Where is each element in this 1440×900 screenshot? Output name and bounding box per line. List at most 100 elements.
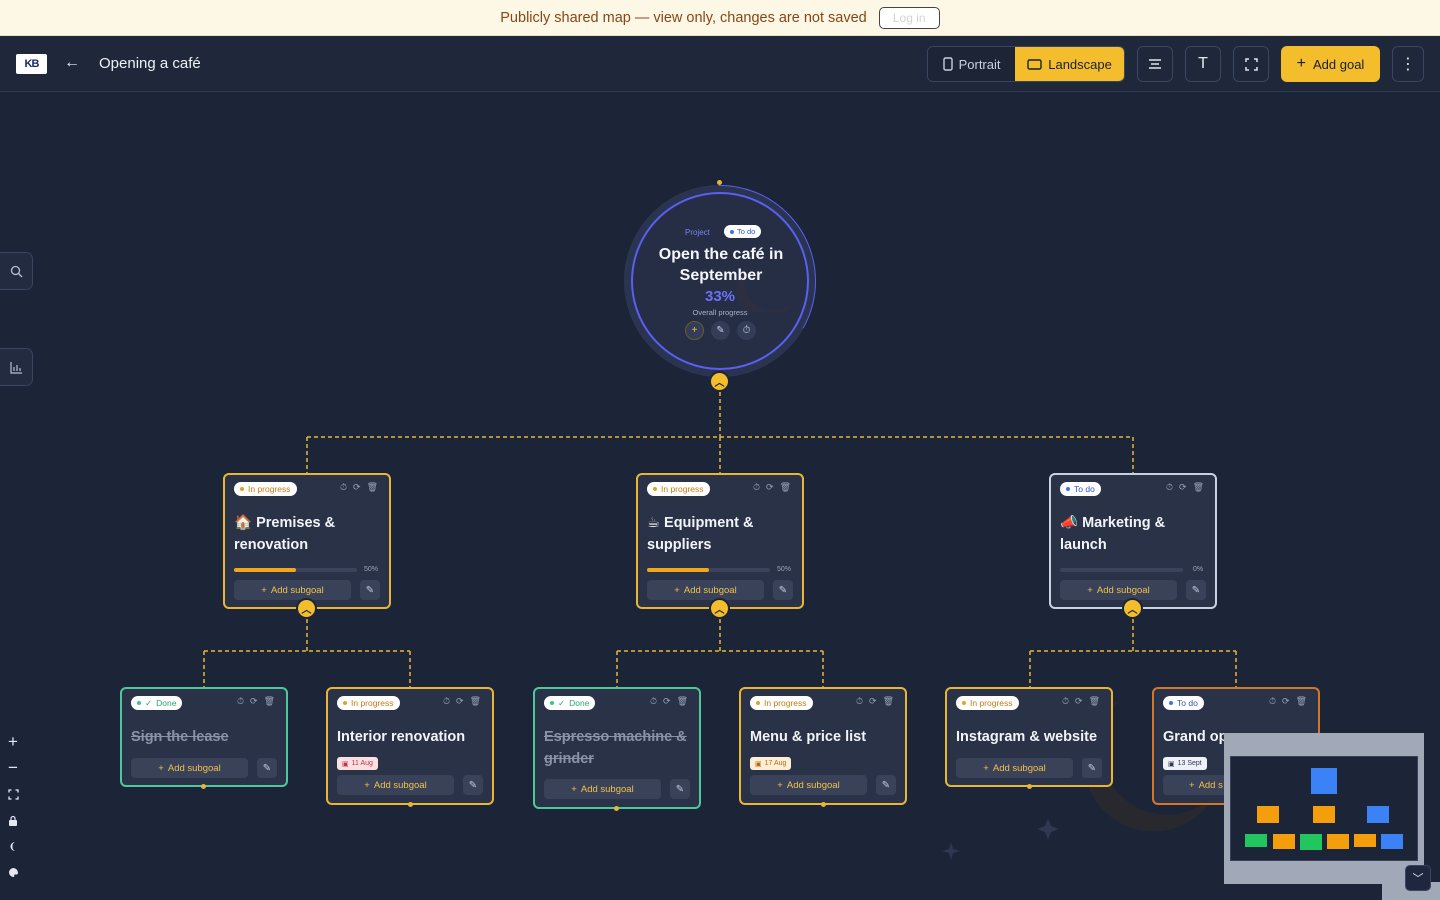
subgoal-title: Sign the lease (131, 729, 229, 745)
card-actions: ⏱ ⟳ 🗑 (340, 482, 378, 493)
due-date-badge: ▣ 13 Sept (1163, 757, 1207, 770)
minimap-node (1313, 806, 1335, 823)
add-subgoal-button[interactable]: + Add subgoal (544, 779, 661, 799)
goal-card-equipment[interactable]: In progress ⏱ ⟳ 🗑 ☕ Equipment & suppliers … (636, 473, 804, 609)
timer-icon[interactable]: ⏱ (650, 696, 657, 707)
card-actions: ⏱ ⟳ 🗑 (443, 696, 481, 707)
add-subgoal-label: Add s (1198, 779, 1223, 791)
trash-icon[interactable]: 🗑 (470, 696, 481, 707)
pencil-icon: ✎ (778, 584, 788, 596)
minimap-node (1354, 834, 1376, 847)
add-subgoal-label: Add subgoal (1096, 584, 1150, 596)
add-subgoal-label: Add subgoal (786, 779, 840, 791)
repeat-icon[interactable]: ⟳ (1179, 482, 1187, 493)
subgoal-card[interactable]: In progress ⏱ ⟳ 🗑 Menu & price list ▣ 17 Au… (739, 687, 907, 805)
goal-title-text: Equipment & suppliers (647, 515, 754, 553)
add-subgoal-button[interactable]: + Add subgoal (234, 580, 351, 600)
status-label: To do (1074, 484, 1095, 494)
trash-icon[interactable]: 🗑 (1193, 482, 1204, 493)
trash-icon[interactable]: 🗑 (1089, 696, 1100, 707)
add-subgoal-button[interactable]: + Add subgoal (647, 580, 764, 600)
chevron-up-icon: ︿ (714, 378, 725, 389)
minimap-node (1311, 768, 1337, 794)
status-label: In progress (970, 698, 1013, 708)
add-subgoal-button[interactable]: + Add subgoal (337, 775, 454, 795)
add-subgoal-button[interactable]: + Add subgoal (1060, 580, 1177, 600)
repeat-icon[interactable]: ⟳ (1075, 696, 1083, 707)
trash-icon[interactable]: 🗑 (1296, 696, 1307, 707)
timer-icon[interactable]: ⏱ (1062, 696, 1069, 707)
root-goal-node[interactable]: Project To do Open the café in September… (631, 192, 809, 370)
subgoal-title: Espresso machine & grinder (544, 729, 687, 767)
edit-button[interactable]: ✎ (257, 758, 277, 778)
add-subgoal-button[interactable]: + Add subgoal (956, 758, 1073, 778)
root-status-label: To do (737, 227, 756, 236)
goal-title: 📣 Marketing & launch (1060, 512, 1210, 556)
subgoal-card[interactable]: ✓ Done ⏱ ⟳ 🗑 Espresso machine & grinder + Ad… (533, 687, 701, 809)
minimap-node (1245, 834, 1267, 847)
goal-collapse-button[interactable]: ︿ (296, 598, 317, 619)
status-label: To do (1177, 698, 1198, 708)
trash-icon[interactable]: 🗑 (367, 482, 378, 493)
pencil-icon: ✎ (1191, 584, 1201, 596)
minimap[interactable] (1224, 733, 1424, 884)
add-subgoal-button[interactable]: + Add subgoal (131, 758, 248, 778)
edit-button[interactable]: ✎ (670, 779, 690, 799)
minimap-node (1300, 834, 1322, 850)
repeat-icon[interactable]: ⟳ (766, 482, 774, 493)
edit-button[interactable]: ✎ (360, 580, 380, 600)
timer-icon: ⏱ (742, 325, 751, 336)
subgoal-card[interactable]: ✓ Done ⏱ ⟳ 🗑 Sign the lease + Add subgoal ✎ (120, 687, 288, 787)
goal-collapse-button[interactable]: ︿ (709, 598, 730, 619)
calendar-icon: ▣ (755, 760, 762, 768)
connector-dot (614, 806, 619, 811)
root-edit-button[interactable]: ✎ (711, 321, 730, 340)
root-collapse-button[interactable]: ︿ (709, 371, 730, 392)
subgoal-card[interactable]: In progress ⏱ ⟳ 🗑 Instagram & website + Add… (945, 687, 1113, 787)
trash-icon[interactable]: 🗑 (780, 482, 791, 493)
connector-dot (1027, 784, 1032, 789)
pencil-icon: ✎ (468, 779, 478, 791)
repeat-icon[interactable]: ⟳ (869, 696, 877, 707)
check-icon: ✓ (558, 697, 566, 708)
repeat-icon[interactable]: ⟳ (250, 696, 258, 707)
repeat-icon[interactable]: ⟳ (663, 696, 671, 707)
trash-icon[interactable]: 🗑 (883, 696, 894, 707)
add-subgoal-label: Add subgoal (992, 762, 1046, 774)
timer-icon[interactable]: ⏱ (1166, 482, 1173, 493)
connector-dot (201, 784, 206, 789)
repeat-icon[interactable]: ⟳ (1282, 696, 1290, 707)
goal-card-premises[interactable]: In progress ⏱ ⟳ 🗑 🏠 Premises & renovation … (223, 473, 391, 609)
repeat-icon[interactable]: ⟳ (353, 482, 361, 493)
goal-progress-bar (234, 568, 357, 572)
status-badge: In progress (750, 696, 813, 710)
timer-icon[interactable]: ⏱ (237, 696, 244, 707)
timer-icon[interactable]: ⏱ (856, 696, 863, 707)
timer-icon[interactable]: ⏱ (1269, 696, 1276, 707)
add-subgoal-button[interactable]: + Add subgoal (750, 775, 867, 795)
repeat-icon[interactable]: ⟳ (456, 696, 464, 707)
timer-icon[interactable]: ⏱ (340, 482, 347, 493)
trash-icon[interactable]: 🗑 (264, 696, 275, 707)
edit-button[interactable]: ✎ (1082, 758, 1102, 778)
edit-button[interactable]: ✎ (773, 580, 793, 600)
goal-collapse-button[interactable]: ︿ (1122, 598, 1143, 619)
status-label: In progress (351, 698, 394, 708)
edit-button[interactable]: ✎ (1186, 580, 1206, 600)
timer-icon[interactable]: ⏱ (443, 696, 450, 707)
root-add-button[interactable]: + (685, 321, 704, 340)
goal-progress-bar (647, 568, 770, 572)
edit-button[interactable]: ✎ (463, 775, 483, 795)
minimap-toggle-button[interactable]: ﹀ (1405, 865, 1431, 891)
goal-card-marketing[interactable]: To do ⏱ ⟳ 🗑 📣 Marketing & launch 0% + Add s… (1049, 473, 1217, 609)
minimap-node (1367, 806, 1389, 823)
goal-progress-fill (234, 568, 296, 572)
subgoal-card[interactable]: In progress ⏱ ⟳ 🗑 Interior renovation ▣ 11 … (326, 687, 494, 805)
timer-icon[interactable]: ⏱ (753, 482, 760, 493)
edit-button[interactable]: ✎ (876, 775, 896, 795)
trash-icon[interactable]: 🗑 (677, 696, 688, 707)
plus-icon: + (364, 779, 370, 791)
sparkle-decoration-icon (1037, 818, 1059, 840)
root-timer-button[interactable]: ⏱ (737, 321, 756, 340)
card-actions: ⏱ ⟳ 🗑 (650, 696, 688, 707)
